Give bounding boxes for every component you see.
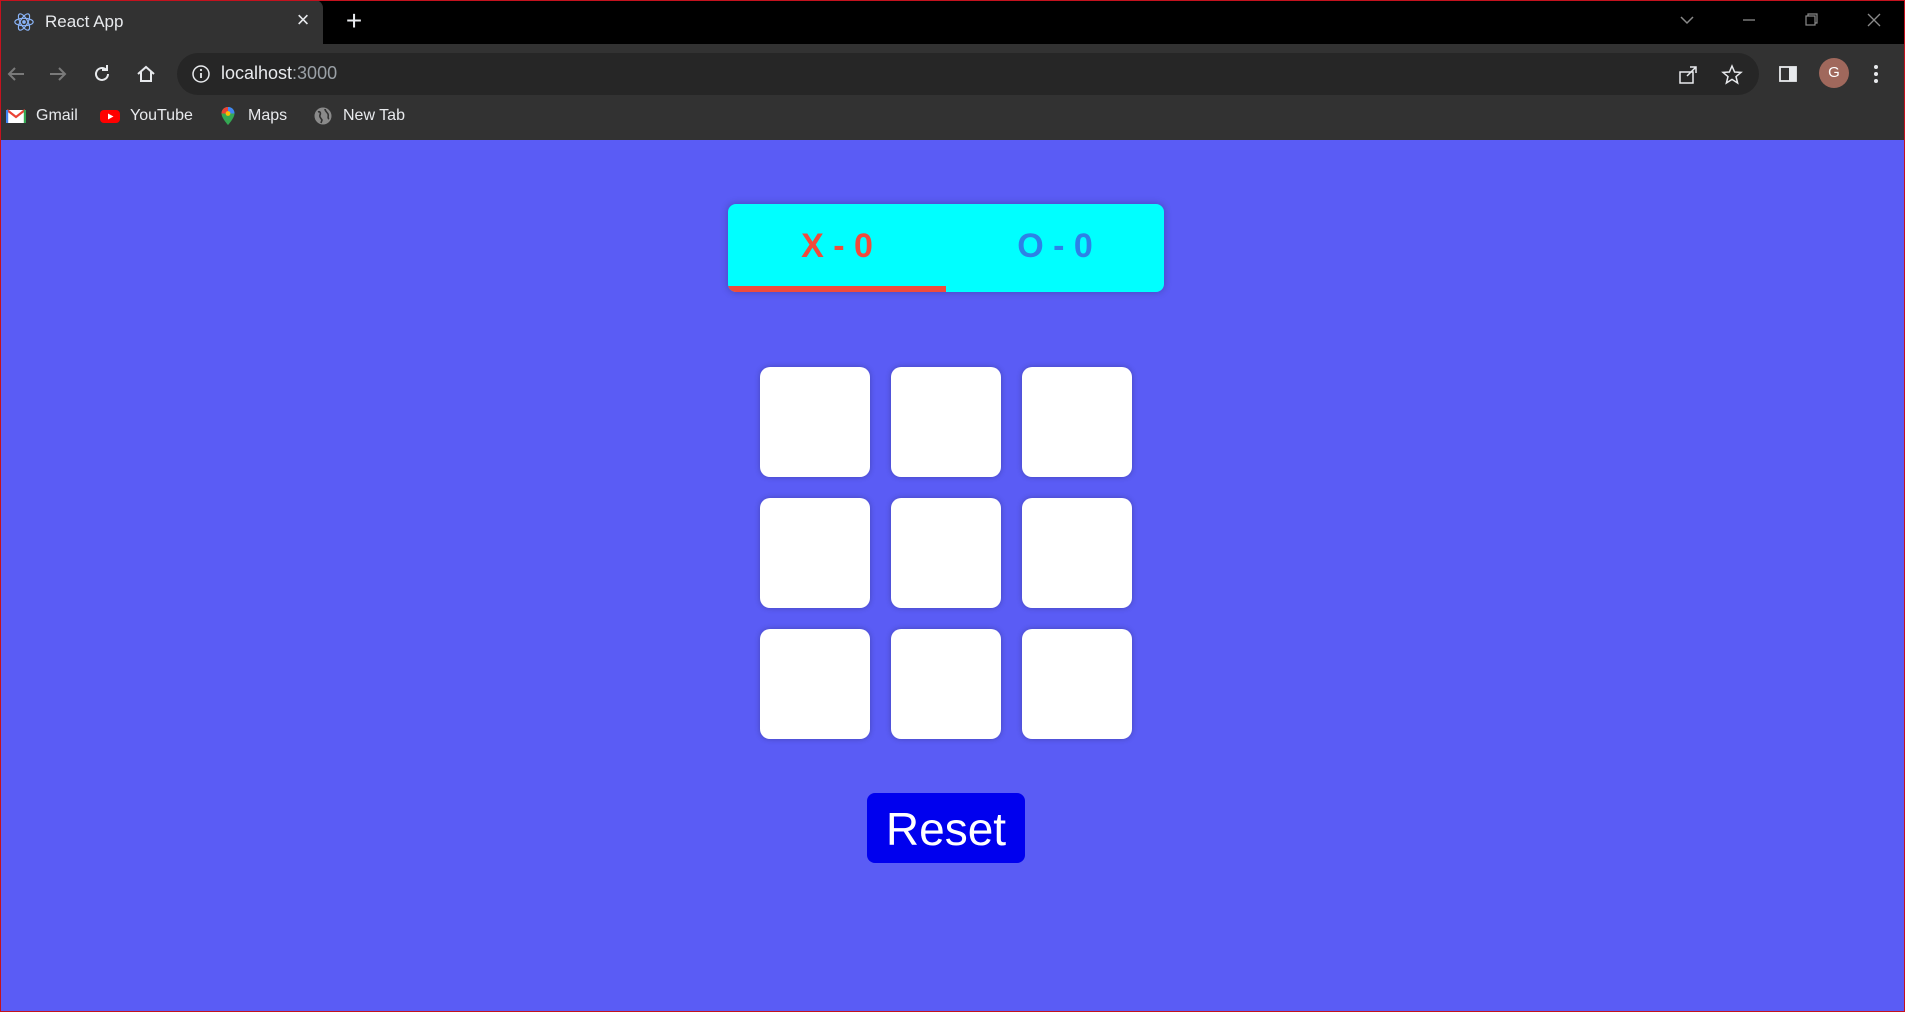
bookmark-label: Maps bbox=[248, 107, 288, 124]
turn-indicator bbox=[728, 286, 946, 292]
gmail-icon bbox=[6, 109, 26, 123]
restore-icon[interactable] bbox=[1797, 8, 1825, 36]
board-cell-3[interactable] bbox=[1022, 367, 1132, 477]
react-logo-icon bbox=[14, 13, 34, 31]
bookmark-label: YouTube bbox=[130, 107, 193, 124]
board-cell-1[interactable] bbox=[760, 367, 870, 477]
bookmark-youtube[interactable]: YouTube bbox=[100, 102, 193, 130]
score-x: X - 0 bbox=[801, 227, 873, 265]
address-bar[interactable]: localhost:3000 bbox=[177, 53, 1759, 95]
board-cell-2[interactable] bbox=[891, 367, 1001, 477]
game-board bbox=[760, 367, 1132, 739]
close-window-icon[interactable] bbox=[1860, 8, 1888, 36]
forward-arrow-icon[interactable] bbox=[42, 58, 74, 90]
tab-title: React App bbox=[45, 12, 124, 31]
tab-close-icon[interactable]: × bbox=[291, 8, 315, 32]
share-icon[interactable] bbox=[1677, 64, 1699, 86]
board-cell-5[interactable] bbox=[891, 498, 1001, 608]
bookmark-label: New Tab bbox=[343, 107, 405, 124]
tab-search-chevron-icon[interactable] bbox=[1673, 8, 1701, 36]
scoreboard: X - 0 O - 0 bbox=[728, 204, 1164, 292]
bookmark-new-tab[interactable]: New Tab bbox=[313, 102, 405, 130]
tab-strip: React App × + bbox=[0, 0, 1905, 44]
globe-icon bbox=[314, 107, 332, 125]
reload-icon[interactable] bbox=[86, 58, 118, 90]
maps-icon bbox=[221, 107, 235, 125]
site-info-icon[interactable] bbox=[191, 64, 211, 84]
new-tab-plus-icon[interactable]: + bbox=[340, 7, 368, 36]
youtube-icon bbox=[100, 110, 120, 123]
address-text: localhost:3000 bbox=[221, 63, 337, 84]
menu-kebab-icon[interactable] bbox=[1860, 58, 1892, 90]
reset-button[interactable]: Reset bbox=[867, 793, 1025, 863]
board-cell-8[interactable] bbox=[891, 629, 1001, 739]
browser-toolbar: localhost:3000 G Gmail YouTube Maps New … bbox=[0, 44, 1905, 140]
bookmark-label: Gmail bbox=[36, 107, 78, 124]
back-arrow-icon[interactable] bbox=[0, 58, 32, 90]
bookmark-maps[interactable]: Maps bbox=[218, 102, 287, 130]
tab-react-app[interactable]: React App × bbox=[1, 0, 323, 44]
minimize-icon[interactable] bbox=[1735, 8, 1763, 36]
profile-avatar[interactable]: G bbox=[1819, 58, 1849, 88]
address-host: localhost bbox=[221, 63, 293, 83]
board-cell-9[interactable] bbox=[1022, 629, 1132, 739]
board-cell-7[interactable] bbox=[760, 629, 870, 739]
bookmark-star-icon[interactable] bbox=[1721, 64, 1743, 86]
address-port: :3000 bbox=[292, 63, 338, 83]
board-cell-6[interactable] bbox=[1022, 498, 1132, 608]
home-icon[interactable] bbox=[130, 58, 162, 90]
score-o: O - 0 bbox=[1017, 227, 1093, 265]
board-cell-4[interactable] bbox=[760, 498, 870, 608]
bookmark-gmail[interactable]: Gmail bbox=[6, 102, 78, 130]
side-panel-icon[interactable] bbox=[1772, 58, 1804, 90]
